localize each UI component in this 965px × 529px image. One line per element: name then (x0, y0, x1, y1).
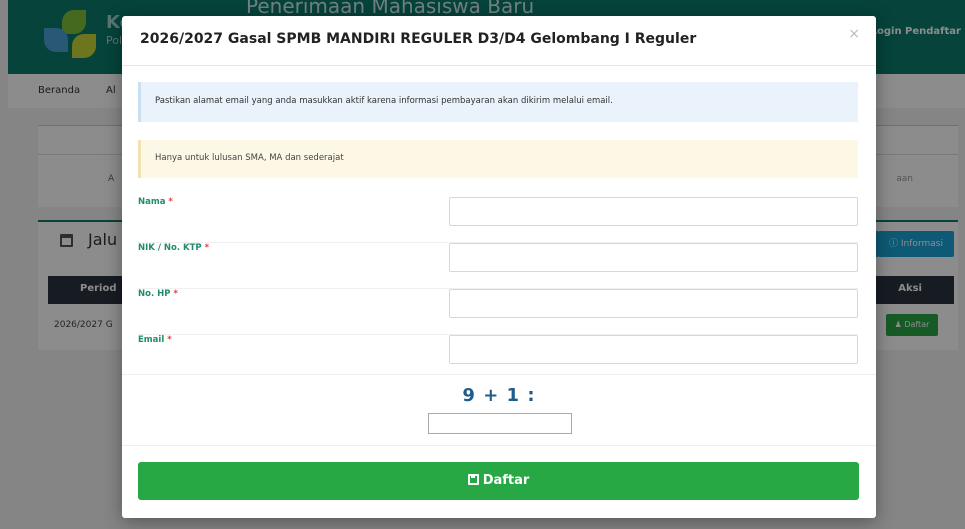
save-icon (467, 474, 479, 485)
captcha-section: 9 + 1 : (122, 374, 876, 446)
nik-input[interactable] (449, 243, 858, 272)
captcha-input[interactable] (428, 413, 572, 434)
hp-label: No. HP * (138, 289, 178, 299)
close-button[interactable]: × (848, 26, 860, 42)
email-input[interactable] (449, 335, 858, 364)
form-row-hp: No. HP * (138, 289, 858, 335)
modal-header: 2026/2027 Gasal SPMB MANDIRI REGULER D3/… (122, 16, 876, 66)
email-info-alert: Pastikan alamat email yang anda masukkan… (138, 82, 858, 122)
registration-modal: 2026/2027 Gasal SPMB MANDIRI REGULER D3/… (122, 16, 876, 518)
nama-label: Nama * (138, 197, 173, 207)
eligibility-warning-text: Hanya untuk lulusan SMA, MA dan sederaja… (155, 153, 344, 163)
email-label: Email * (138, 335, 172, 345)
captcha-question: 9 + 1 : (462, 385, 536, 406)
email-info-text: Pastikan alamat email yang anda masukkan… (155, 96, 613, 106)
form-row-nik: NIK / No. KTP * (138, 243, 858, 289)
modal-title: 2026/2027 Gasal SPMB MANDIRI REGULER D3/… (140, 31, 697, 47)
daftar-submit-button[interactable]: Daftar (138, 462, 859, 500)
hp-input[interactable] (449, 289, 858, 318)
form-row-nama: Nama * (138, 197, 858, 243)
daftar-submit-label: Daftar (482, 473, 530, 488)
nik-label: NIK / No. KTP * (138, 243, 210, 253)
eligibility-warning-alert: Hanya untuk lulusan SMA, MA dan sederaja… (138, 140, 858, 178)
nama-input[interactable] (449, 197, 858, 226)
